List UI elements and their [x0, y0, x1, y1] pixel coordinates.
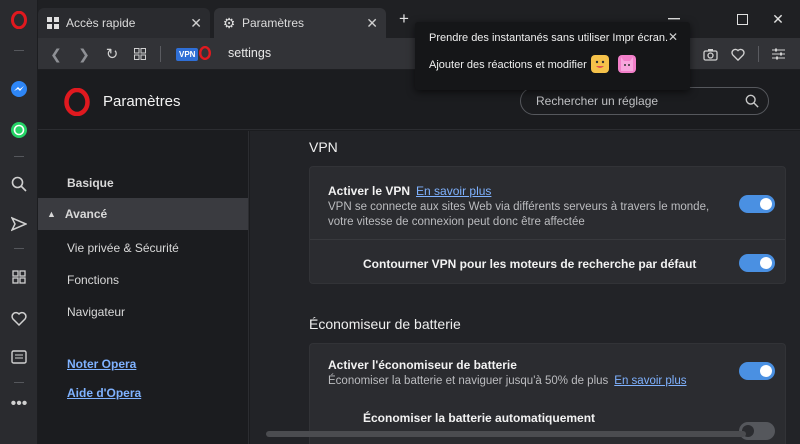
cat-sticker-icon	[618, 55, 636, 73]
gear-icon: ⚙	[222, 14, 236, 31]
battery-description: Économiser la batterie et naviguer jusqu…	[328, 375, 609, 387]
opera-sidebar: •••	[0, 0, 38, 444]
nav-item-label: Fonctions	[67, 273, 120, 287]
battery-card: Activer l'économiseur de batterie Économ…	[309, 343, 786, 444]
whatsapp-icon[interactable]	[7, 118, 31, 142]
nav-item-label: Basique	[67, 176, 114, 190]
nav-item-label: Navigateur	[67, 305, 126, 319]
search-icon	[745, 94, 759, 113]
sidebar-separator	[14, 382, 24, 383]
vpn-description: VPN se connecte aux sites Web via différ…	[328, 201, 710, 228]
opera-help-link[interactable]: Aide d'Opera	[67, 386, 141, 400]
opera-menu-icon[interactable]	[7, 8, 31, 32]
address-divider	[160, 46, 161, 62]
address-divider	[758, 46, 759, 62]
tooltip-line-2: Ajouter des réactions et modifier	[429, 59, 587, 71]
close-icon[interactable]: ✕	[668, 30, 678, 44]
reload-button[interactable]: ↻	[102, 44, 122, 64]
new-tab-button[interactable]: +	[390, 8, 418, 30]
page-title: Paramètres	[103, 93, 181, 110]
opera-logo-icon	[198, 45, 212, 65]
section-title-vpn: VPN	[309, 139, 338, 155]
close-icon[interactable]: ✕	[366, 15, 378, 32]
battery-toggle[interactable]	[739, 362, 775, 380]
vpn-enable-label: Activer le VPN	[328, 184, 411, 198]
card-divider	[310, 239, 785, 240]
forward-button[interactable]: ❯	[74, 44, 94, 64]
url-text[interactable]: settings	[228, 46, 271, 60]
battery-auto-label: Économiser la batterie automatiquement	[363, 411, 596, 425]
section-title-battery: Économiseur de batterie	[309, 316, 461, 332]
maximize-button[interactable]	[728, 8, 756, 30]
vpn-card: Activer le VPN En savoir plus VPN se conn…	[309, 166, 786, 284]
rate-opera-link[interactable]: Noter Opera	[67, 357, 136, 371]
sidebar-separator	[14, 50, 24, 51]
vpn-bypass-toggle[interactable]	[739, 254, 775, 272]
sidebar-separator	[14, 156, 24, 157]
search-placeholder: Rechercher un réglage	[536, 94, 659, 108]
tab-snapshot-grid-icon[interactable]	[130, 44, 150, 64]
nav-item-label: Avancé	[64, 207, 108, 221]
vpn-badge[interactable]: VPN	[176, 48, 199, 61]
tab-label: Accès rapide	[66, 16, 136, 30]
speed-dial-icon[interactable]	[7, 265, 31, 289]
snapshot-tooltip: Prendre des instantanés sans utiliser Im…	[415, 22, 690, 90]
camera-icon[interactable]	[700, 44, 720, 64]
grid-icon	[46, 16, 60, 30]
nav-item-navigateur[interactable]: Navigateur	[38, 296, 248, 328]
vpn-bypass-label: Contourner VPN pour les moteurs de reche…	[363, 257, 697, 271]
settings-nav: Basique ▲ Avancé Vie privée & Sécurité F…	[38, 131, 249, 444]
vpn-enable-row: Activer le VPN En savoir plus	[328, 184, 491, 198]
search-icon[interactable]	[7, 172, 31, 196]
nav-item-fonctions[interactable]: Fonctions	[38, 264, 248, 296]
messenger-icon[interactable]	[7, 77, 31, 101]
close-icon[interactable]: ✕	[190, 15, 202, 32]
settings-search-input[interactable]: Rechercher un réglage	[520, 87, 769, 115]
heart-icon[interactable]	[7, 306, 31, 330]
settings-main: VPN Activer le VPN En savoir plus VPN se …	[250, 131, 800, 444]
easy-setup-icon[interactable]	[768, 44, 788, 64]
back-button[interactable]: ❮	[46, 44, 66, 64]
horizontal-scrollbar[interactable]	[266, 431, 746, 437]
tab-speed-dial[interactable]: Accès rapide ✕	[38, 8, 210, 38]
bookmark-heart-icon[interactable]	[728, 44, 748, 64]
nav-item-basique[interactable]: Basique	[38, 167, 248, 199]
battery-description-row: Économiser la batterie et naviguer jusqu…	[328, 374, 687, 389]
caret-up-icon: ▲	[47, 209, 56, 219]
news-icon[interactable]	[7, 345, 31, 369]
vpn-toggle[interactable]	[739, 195, 775, 213]
close-window-button[interactable]: ✕	[764, 8, 792, 30]
battery-learn-more-link[interactable]: En savoir plus	[614, 375, 686, 387]
tab-label: Paramètres	[242, 16, 305, 30]
nav-item-avance[interactable]: ▲ Avancé	[38, 198, 248, 230]
nav-item-label: Vie privée & Sécurité	[67, 241, 179, 255]
opera-logo-icon	[64, 87, 90, 121]
vpn-learn-more-link[interactable]: En savoir plus	[416, 184, 491, 198]
smiley-sticker-icon	[591, 55, 609, 73]
tooltip-line-1: Prendre des instantanés sans utiliser Im…	[429, 32, 669, 44]
sidebar-separator	[14, 248, 24, 249]
tab-settings[interactable]: ⚙ Paramètres ✕	[214, 8, 386, 38]
nav-item-vie-privee[interactable]: Vie privée & Sécurité	[38, 232, 248, 264]
battery-enable-label: Activer l'économiseur de batterie	[328, 358, 517, 372]
send-icon[interactable]	[7, 212, 31, 236]
more-icon[interactable]: •••	[7, 392, 31, 416]
